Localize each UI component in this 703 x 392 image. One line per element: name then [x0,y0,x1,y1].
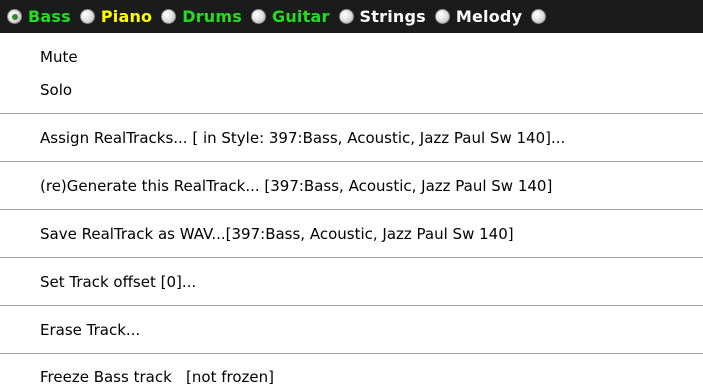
menu-item-save-realtrack-wav[interactable]: Save RealTrack as WAV...[397:Bass, Acous… [0,221,703,247]
radio-icon [531,9,547,24]
track-label-bass: Bass [28,7,71,26]
radio-icon [338,9,354,24]
radio-icon [79,9,95,24]
menu-separator [0,257,703,259]
menu-item-set-track-offset[interactable]: Set Track offset [0]... [0,269,703,295]
track-tab-drums[interactable]: Drums [161,7,242,26]
menu-item-erase-track[interactable]: Erase Track... [0,317,703,343]
menu-item-regenerate-realtrack[interactable]: (re)Generate this RealTrack... [397:Bass… [0,173,703,199]
track-context-menu: Mute Solo Assign RealTracks... [ in Styl… [0,33,703,392]
menu-separator [0,161,703,163]
radio-icon [434,9,450,24]
radio-selected-icon [7,9,22,24]
track-tab-strings[interactable]: Strings [338,7,426,26]
track-tab-next[interactable] [531,9,552,24]
menu-separator [0,209,703,211]
track-tab-piano[interactable]: Piano [79,7,153,26]
track-tab-guitar[interactable]: Guitar [251,7,330,26]
menu-separator [0,353,703,355]
track-tab-bass[interactable]: Bass [7,7,71,26]
track-label-melody: Melody [455,7,523,26]
menu-separator [0,305,703,307]
radio-icon [251,9,266,24]
track-label-piano: Piano [100,7,153,26]
track-label-strings: Strings [359,7,426,26]
menu-item-freeze-track[interactable]: Freeze Bass track [not frozen] [0,364,703,390]
menu-item-solo[interactable]: Solo [0,77,703,103]
track-tab-melody[interactable]: Melody [434,7,523,26]
track-selector-bar: Bass Piano Drums Guitar Strings Melody [0,0,703,33]
menu-item-mute[interactable]: Mute [0,44,703,70]
radio-icon [161,9,177,24]
track-label-guitar: Guitar [272,7,330,26]
menu-item-assign-realtracks[interactable]: Assign RealTracks... [ in Style: 397:Bas… [0,125,703,151]
menu-separator [0,113,703,115]
track-label-drums: Drums [182,7,242,26]
